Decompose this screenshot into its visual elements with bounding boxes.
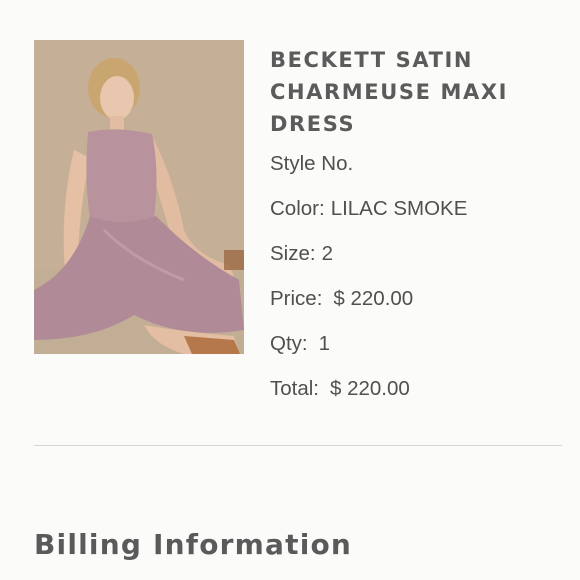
billing-information-heading: Billing Information [34, 528, 353, 561]
product-details: BECKETT SATIN CHARMEUSE MAXI DRESS Style… [270, 44, 550, 411]
price-row: Price: $ 220.00 [270, 276, 550, 321]
product-name: BECKETT SATIN CHARMEUSE MAXI DRESS [270, 48, 509, 136]
qty-label: Qty: [270, 332, 308, 355]
total-value: $ 220.00 [330, 377, 410, 400]
color-value: LILAC SMOKE [330, 197, 468, 220]
product-image [34, 40, 244, 354]
color-row: Color: LILAC SMOKE [270, 186, 550, 231]
section-divider [34, 445, 562, 446]
size-value: 2 [321, 242, 333, 265]
price-value: $ 220.00 [333, 287, 414, 310]
qty-row: Qty: 1 [270, 321, 550, 366]
color-label: Color: [270, 197, 325, 220]
size-row: Size: 2 [270, 231, 550, 276]
total-row: Total: $ 220.00 [270, 366, 550, 411]
qty-value: 1 [318, 332, 330, 355]
price-label: Price: [270, 287, 323, 310]
total-label: Total: [270, 377, 319, 400]
style-number: Style No. [270, 141, 550, 186]
size-label: Size: [270, 242, 316, 265]
style-label: Style No. [270, 152, 354, 175]
